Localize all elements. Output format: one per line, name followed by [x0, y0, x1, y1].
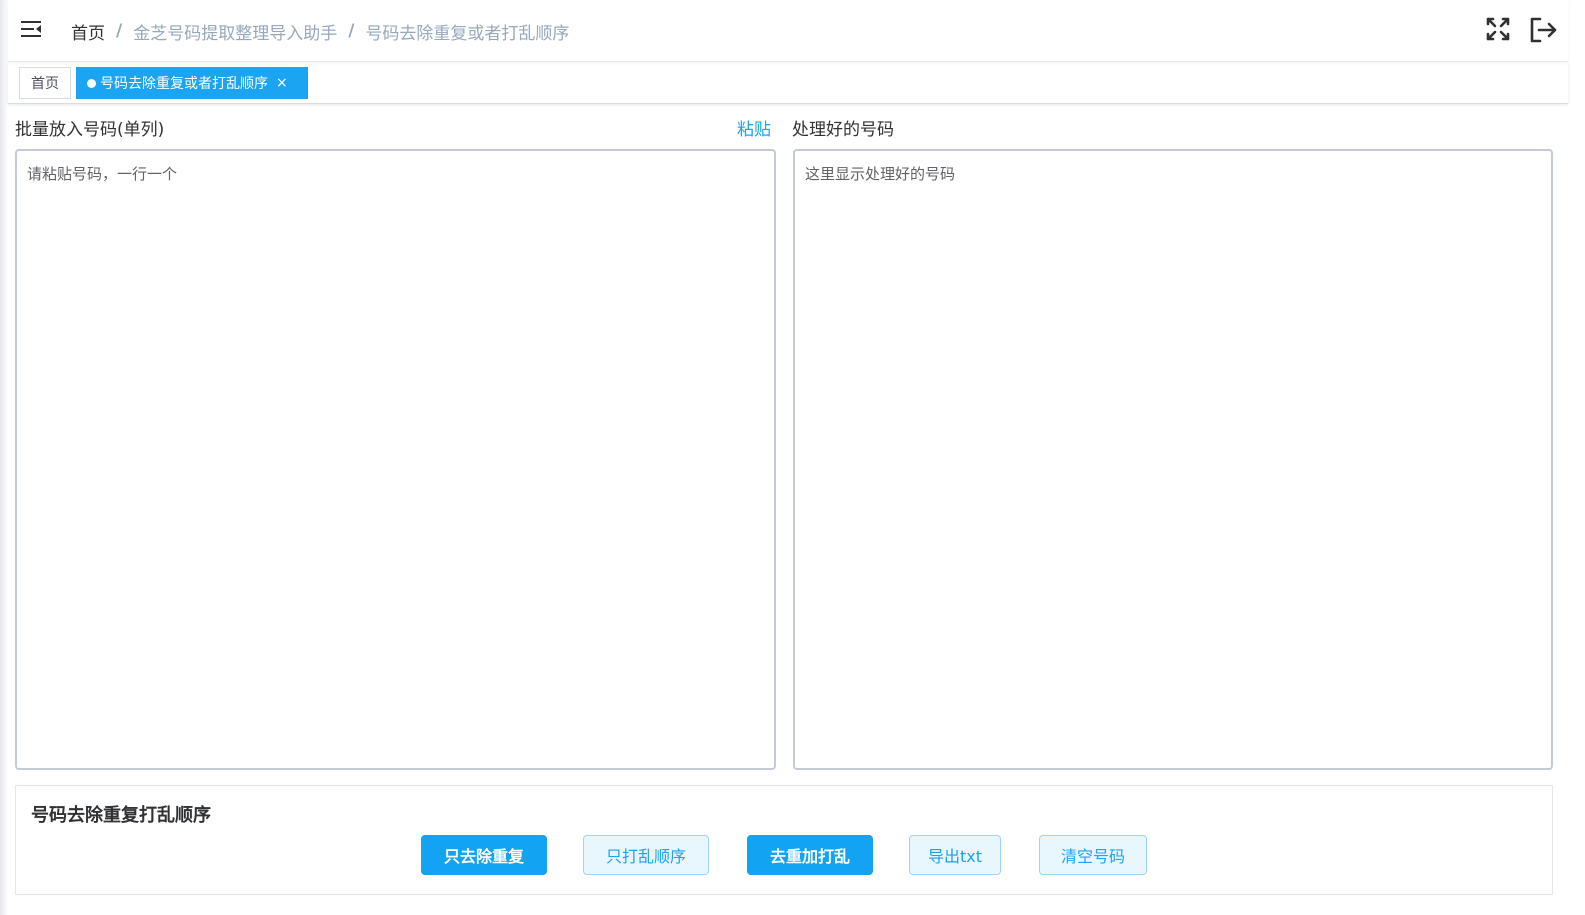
top-navbar: 首页 / 金芝号码提取整理导入助手 / 号码去除重复或者打乱顺序: [8, 0, 1568, 62]
breadcrumb-item-home[interactable]: 首页: [71, 19, 105, 44]
tag-current-page[interactable]: 号码去除重复或者打乱顺序 ×: [76, 67, 308, 99]
breadcrumb-separator: /: [348, 21, 355, 41]
main-page: 首页 / 金芝号码提取整理导入助手 / 号码去除重复或者打乱顺序 首页 号码去除…: [8, 0, 1568, 915]
breadcrumb-item-assistant[interactable]: 金芝号码提取整理导入助手: [133, 19, 337, 44]
breadcrumb-item-current: 号码去除重复或者打乱顺序: [365, 23, 570, 44]
dot-icon: [87, 78, 96, 88]
number-input-textarea[interactable]: [15, 149, 776, 770]
panel-title: 号码去除重复打乱顺序: [31, 805, 211, 826]
tags-view-bar: 首页 号码去除重复或者打乱顺序 ×: [8, 62, 1568, 104]
close-icon[interactable]: ×: [276, 76, 288, 90]
tag-label: 首页: [31, 76, 59, 92]
sidebar-edge: [0, 0, 8, 915]
export-txt-button[interactable]: 导出txt: [909, 835, 1001, 875]
output-label: 处理好的号码: [792, 120, 894, 140]
tag-home[interactable]: 首页: [19, 67, 71, 99]
fullscreen-icon[interactable]: [1485, 16, 1511, 42]
breadcrumb-separator: /: [116, 21, 123, 41]
paste-link[interactable]: 粘贴: [737, 115, 771, 140]
dedupe-shuffle-button[interactable]: 去重加打乱: [747, 835, 873, 875]
shuffle-button[interactable]: 只打乱顺序: [583, 835, 709, 875]
hamburger-icon[interactable]: [21, 19, 43, 39]
logout-icon[interactable]: [1529, 16, 1559, 44]
result-output-textarea[interactable]: [793, 149, 1553, 770]
input-label: 批量放入号码(单列): [15, 120, 165, 140]
clear-numbers-button[interactable]: 清空号码: [1039, 835, 1147, 875]
tag-label: 号码去除重复或者打乱顺序: [100, 76, 268, 92]
breadcrumb: 首页 / 金芝号码提取整理导入助手 / 号码去除重复或者打乱顺序: [71, 18, 569, 44]
action-panel: 号码去除重复打乱顺序 只去除重复 只打乱顺序 去重加打乱 导出txt 清空号码: [15, 785, 1553, 895]
dedupe-button[interactable]: 只去除重复: [421, 835, 547, 875]
